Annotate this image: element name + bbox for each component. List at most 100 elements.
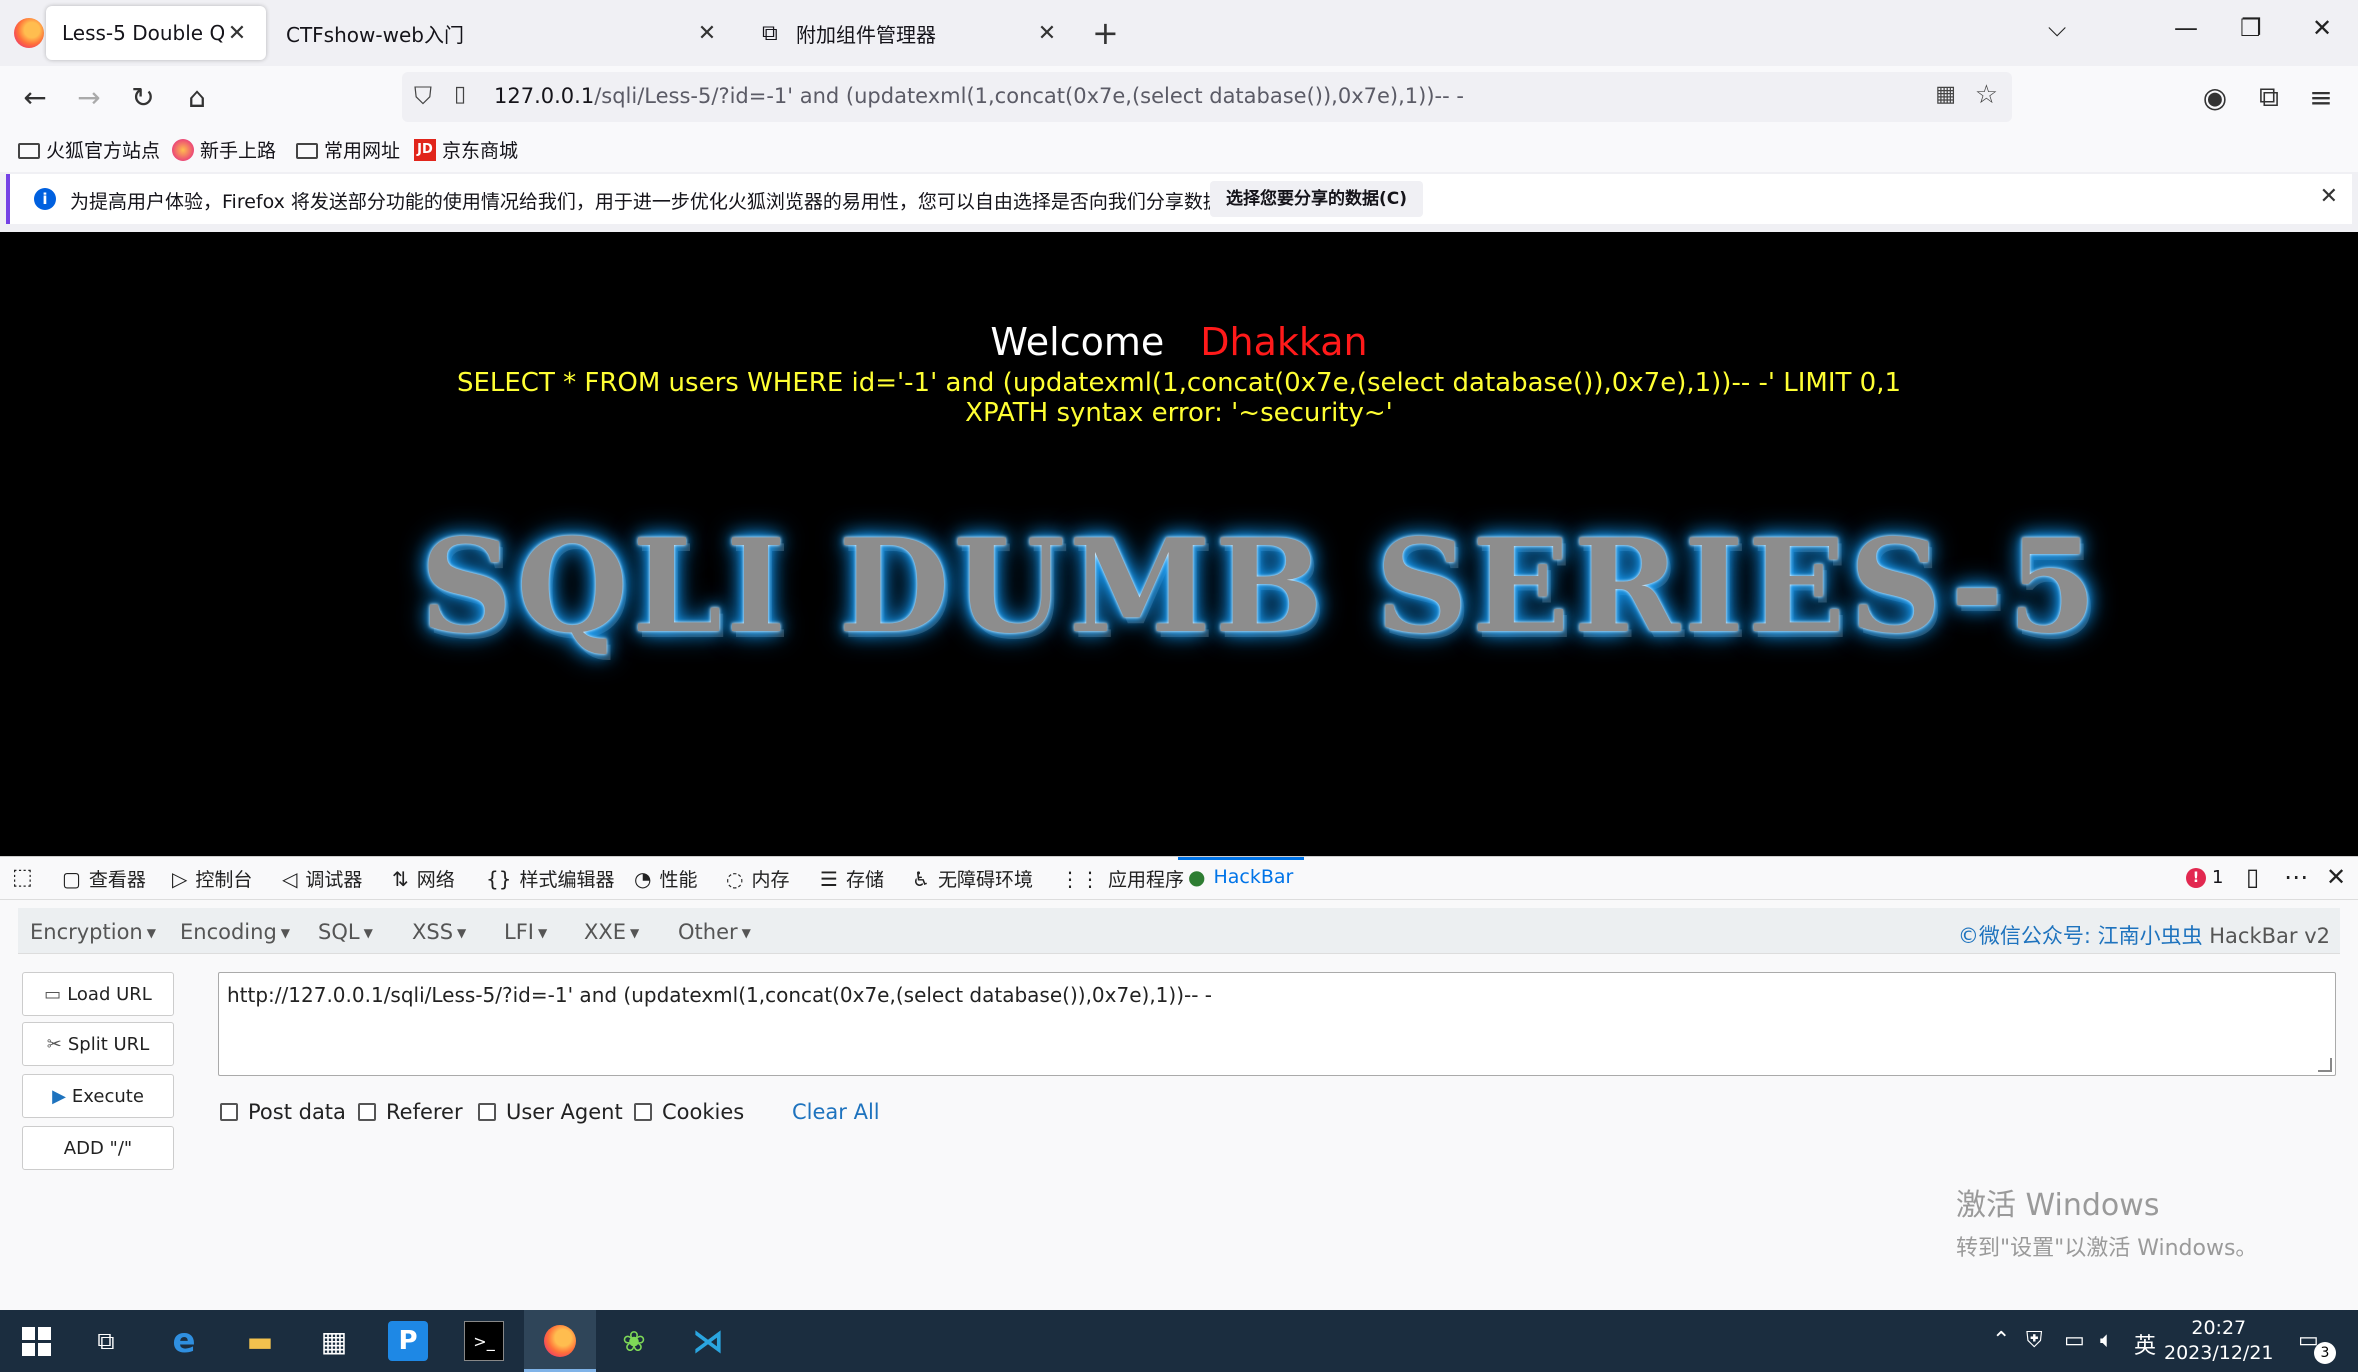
app-icon[interactable]: ❀ <box>614 1321 654 1361</box>
ime-indicator[interactable]: 英 <box>2134 1328 2156 1360</box>
bookmark-item[interactable]: 常用网址 <box>296 136 400 163</box>
caret-down-icon: ▼ <box>537 926 548 940</box>
tab-storage[interactable]: ☰ 存储 <box>820 865 884 892</box>
notification-bar: i 为提高用户体验，Firefox 将发送部分功能的使用情况给我们，用于进一步优… <box>6 174 2352 224</box>
tab-less5[interactable]: Less-5 Double Query- Single Quotes- Stri… <box>46 6 266 60</box>
minimize-button[interactable]: — <box>2174 14 2198 42</box>
file-explorer-icon[interactable]: ▬ <box>240 1321 280 1361</box>
menu-icon[interactable]: ≡ <box>2302 78 2340 116</box>
url-textarea[interactable]: http://127.0.0.1/sqli/Less-5/?id=-1' and… <box>218 972 2336 1076</box>
close-icon[interactable]: ✕ <box>224 21 250 46</box>
shield-icon[interactable]: ⛉ <box>414 82 432 110</box>
encoding-dropdown[interactable]: Encoding ▼ <box>180 920 290 944</box>
checkbox-icon[interactable] <box>478 1103 496 1121</box>
system-clock[interactable]: 20:27 2023/12/21 <box>2164 1316 2274 1366</box>
tab-label: 存储 <box>845 869 884 891</box>
devtools-toolbar: ⬚ ▢ 查看器 ▷ 控制台 ◁ 调试器 ⇅ 网络 {} 样式编辑器 ◔ 性能 ◌ 内存 ☰ 存储… <box>0 856 2358 900</box>
credit-link[interactable]: ©微信公众号: 江南小虫虫 <box>1958 924 2203 948</box>
caret-down-icon: ▼ <box>630 926 640 940</box>
tab-performance[interactable]: ◔ 性能 <box>634 865 697 892</box>
execute-button[interactable]: ▶ Execute <box>22 1074 174 1118</box>
tab-list-button[interactable]: ⌵ <box>2048 14 2066 42</box>
checkbox-icon[interactable] <box>220 1103 238 1121</box>
active-tab-indicator <box>1178 857 1304 860</box>
dropdown-label: Encoding <box>180 920 277 944</box>
qr-code-icon[interactable]: ▦ <box>1935 82 1956 107</box>
lfi-dropdown[interactable]: LFI ▼ <box>504 920 547 944</box>
terminal-icon[interactable]: >_ <box>464 1321 504 1361</box>
forward-button[interactable]: → <box>70 78 108 116</box>
tab-inspector[interactable]: ▢ 查看器 <box>62 865 146 892</box>
store-icon[interactable]: ▦ <box>314 1321 354 1361</box>
network-tray-icon[interactable]: ▭ <box>2064 1328 2085 1353</box>
edge-icon[interactable]: e <box>164 1321 204 1361</box>
caret-down-icon: ▼ <box>741 926 751 940</box>
resize-handle-icon[interactable] <box>2318 1058 2332 1072</box>
firefox-icon <box>172 138 194 161</box>
firefox-taskbar-icon[interactable] <box>540 1321 580 1361</box>
encryption-dropdown[interactable]: Encryption ▼ <box>30 920 156 944</box>
new-tab-button[interactable]: + <box>1092 14 1119 52</box>
referer-checkbox[interactable]: Referer <box>358 1100 463 1124</box>
element-picker-icon[interactable]: ⬚ <box>12 865 33 890</box>
more-options-icon[interactable]: ⋯ <box>2284 863 2308 891</box>
page-icon[interactable]: ▯ <box>454 82 466 107</box>
pycharm-icon[interactable]: P <box>388 1321 428 1361</box>
start-button[interactable] <box>16 1321 56 1361</box>
cookies-checkbox[interactable]: Cookies <box>634 1100 744 1124</box>
volume-icon[interactable]: 🔈︎ <box>2100 1328 2113 1353</box>
checkbox-icon[interactable] <box>634 1103 652 1121</box>
task-view-icon[interactable]: ⧉ <box>86 1321 126 1361</box>
vscode-icon[interactable]: ⋊ <box>688 1321 728 1361</box>
tab-memory[interactable]: ◌ 内存 <box>726 865 789 892</box>
xxe-dropdown[interactable]: XXE ▼ <box>584 920 639 944</box>
xss-dropdown[interactable]: XSS ▼ <box>412 920 466 944</box>
close-icon[interactable]: ✕ <box>1034 21 1060 46</box>
checkbox-icon[interactable] <box>358 1103 376 1121</box>
other-dropdown[interactable]: Other ▼ <box>678 920 751 944</box>
split-url-button[interactable]: ✂ Split URL <box>22 1022 174 1066</box>
user-name: Dhakkan <box>1200 320 1368 364</box>
add-slash-button[interactable]: ADD "/" <box>22 1126 174 1170</box>
url-bar[interactable]: ⛉ ▯ 127.0.0.1/sqli/Less-5/?id=-1' and (u… <box>402 72 2012 122</box>
tab-addons[interactable]: ⧉ 附加组件管理器 ✕ <box>746 6 1076 60</box>
bookmark-item[interactable]: 新手上路 <box>172 136 276 163</box>
account-icon[interactable]: ◉ <box>2196 78 2234 116</box>
home-button[interactable]: ⌂ <box>178 78 216 116</box>
error-count-badge[interactable]: ! 1 <box>2186 867 2223 888</box>
tab-ctfshow[interactable]: CTFshow-web入门 ✕ <box>270 6 736 60</box>
close-icon[interactable]: ✕ <box>2320 184 2338 209</box>
security-tray-icon[interactable]: ⛨ <box>2026 1328 2043 1353</box>
choose-data-button[interactable]: 选择您要分享的数据(C) <box>1210 181 1424 217</box>
bookmark-star-icon[interactable]: ☆ <box>1975 80 1998 110</box>
firefox-icon[interactable] <box>14 18 44 48</box>
user-agent-checkbox[interactable]: User Agent <box>478 1100 623 1124</box>
tab-application[interactable]: ⋮⋮ 应用程序 <box>1060 865 1184 892</box>
responsive-design-icon[interactable]: ▯ <box>2246 863 2259 891</box>
tab-label: 附加组件管理器 <box>796 22 936 47</box>
tab-accessibility[interactable]: ♿ 无障碍环境 <box>912 865 1033 892</box>
extensions-icon[interactable]: ⧉ <box>2250 78 2288 116</box>
bookmark-item[interactable]: JD 京东商城 <box>414 136 518 163</box>
back-button[interactable]: ← <box>16 78 54 116</box>
button-label: Load URL <box>67 983 152 1005</box>
tab-debugger[interactable]: ◁ 调试器 <box>282 865 362 892</box>
folder-icon <box>296 142 318 159</box>
reload-button[interactable]: ↻ <box>124 78 162 116</box>
clear-all-link[interactable]: Clear All <box>792 1100 880 1124</box>
style-editor-icon: {} <box>486 866 512 891</box>
bookmark-item[interactable]: 火狐官方站点 <box>18 136 160 163</box>
tab-style-editor[interactable]: {} 样式编辑器 <box>486 865 614 892</box>
tab-hackbar[interactable]: ● HackBar <box>1188 865 1293 889</box>
close-devtools-icon[interactable]: ✕ <box>2326 863 2346 891</box>
close-icon[interactable]: ✕ <box>694 21 720 46</box>
url-text[interactable]: 127.0.0.1/sqli/Less-5/?id=-1' and (updat… <box>494 84 1464 108</box>
window-close-button[interactable]: ✕ <box>2312 14 2332 42</box>
post-data-checkbox[interactable]: Post data <box>220 1100 346 1124</box>
load-url-button[interactable]: ▭ Load URL <box>22 972 174 1016</box>
sql-dropdown[interactable]: SQL ▼ <box>318 920 373 944</box>
tray-chevron-icon[interactable]: ⌃ <box>1992 1328 2010 1353</box>
restore-button[interactable]: ❐ <box>2240 14 2262 42</box>
tab-network[interactable]: ⇅ 网络 <box>392 865 455 892</box>
tab-console[interactable]: ▷ 控制台 <box>172 865 252 892</box>
